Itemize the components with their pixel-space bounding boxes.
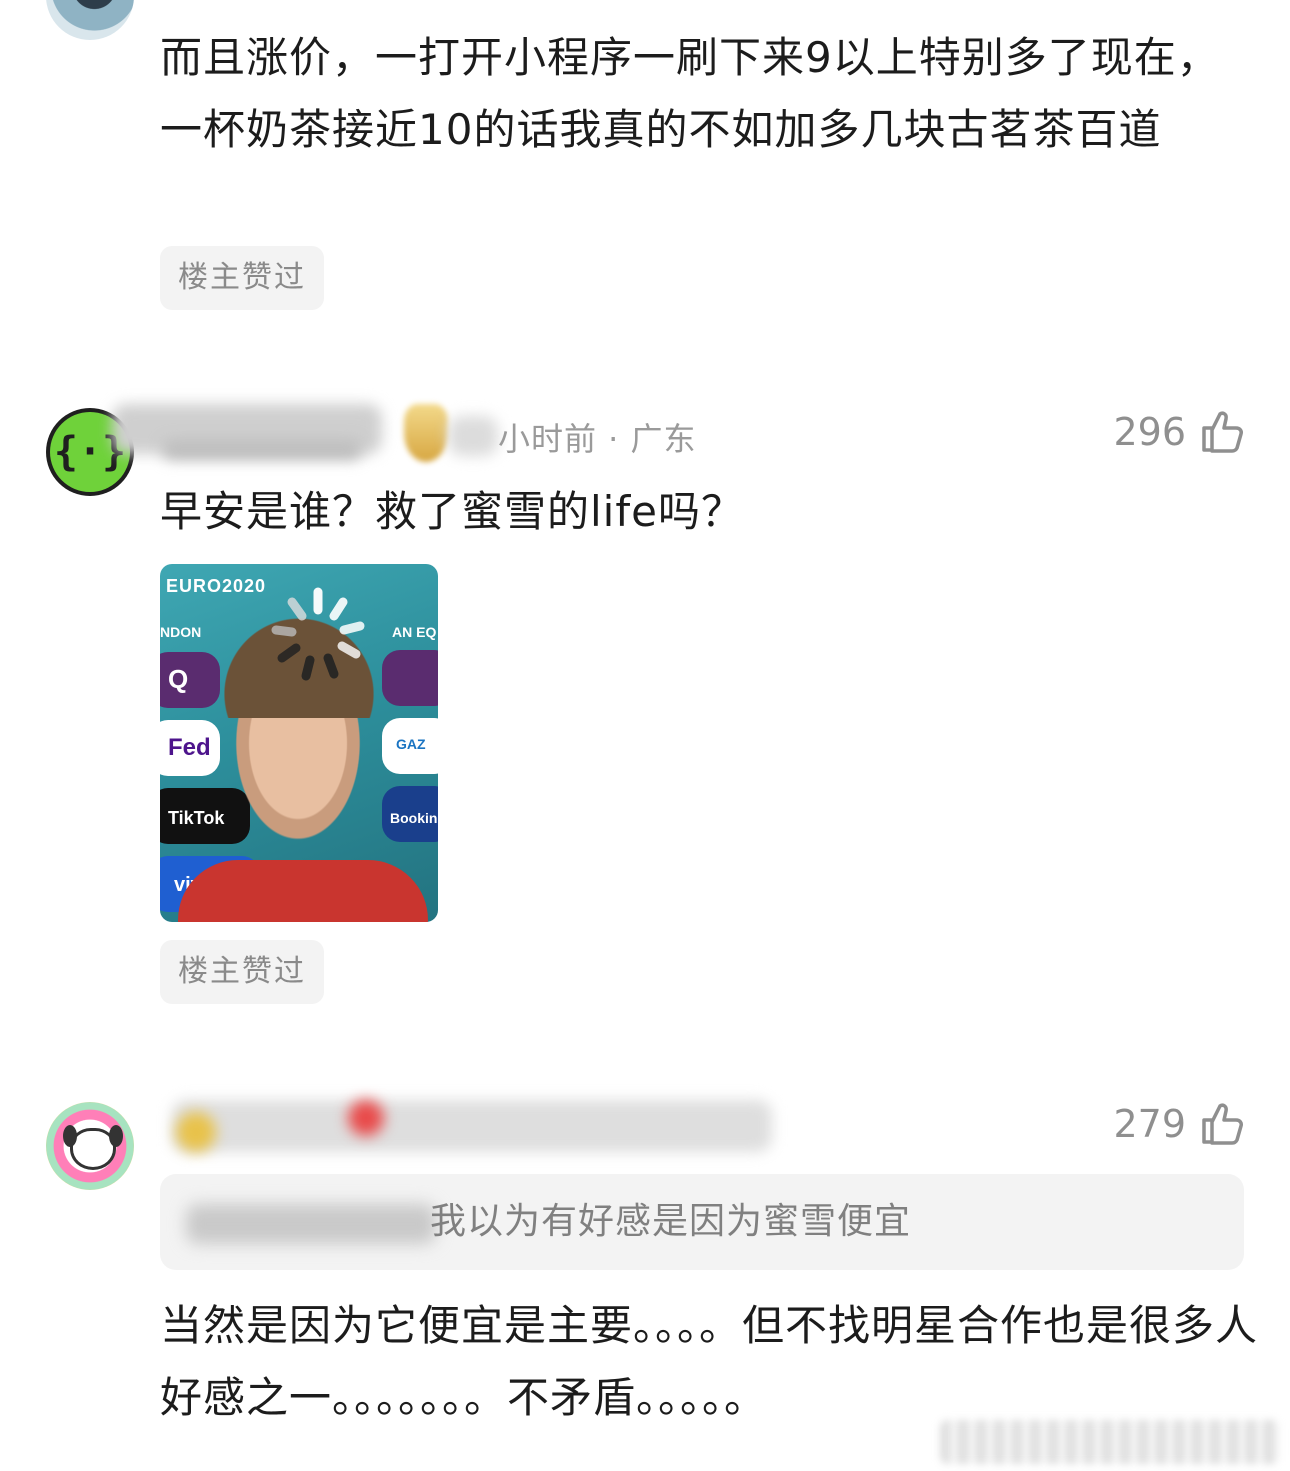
avatar-dog-illustration [63,1125,123,1170]
user-badge-icon [348,1100,384,1136]
time-prefix-redacted [448,416,498,456]
quoted-reply[interactable]: 我以为有好感是因为蜜雪便宜 [160,1174,1244,1270]
quoted-username-redacted [186,1204,436,1244]
badge-crown-icon [404,404,448,462]
comment-image[interactable]: EURO2020 NDON AN EQ Q Fed TikTok vivo GA… [160,564,438,922]
like-count: 279 [1113,1102,1186,1146]
comment-text: 当然是因为它便宜是主要。。。。但不找明星合作也是很多人好感之一。。。。。。。不矛… [160,1301,1259,1422]
image-text-board: NDON [160,624,202,640]
comment-meta: 小时前 · 广东 [498,420,697,458]
image-text-board-right: AN EQ [392,624,437,640]
person-shirt [178,860,428,922]
like-button[interactable]: 279 [1113,1100,1246,1148]
comment-text: 早安是谁？救了蜜雪的life吗？ [160,487,744,536]
sponsor-text: Q [168,664,189,694]
like-button[interactable]: 296 [1113,408,1246,456]
quoted-reply-text: 我以为有好感是因为蜜雪便宜 [430,1201,912,1242]
user-badge-icon [176,1112,216,1152]
sponsor-text: Fed [168,734,211,761]
commenter-avatar[interactable] [46,1102,134,1190]
image-text-euro: EURO2020 [166,576,267,596]
sponsor-text: Booking [390,810,438,826]
watermark-redacted [940,1420,1280,1464]
commenter-avatar[interactable] [46,0,134,40]
username-redacted-extra [162,440,362,460]
username-redacted[interactable] [172,1100,772,1152]
owner-liked-badge: 楼主赞过 [160,940,324,1004]
thumbs-up-icon [1202,411,1243,453]
like-count: 296 [1113,410,1186,454]
sponsor-text: GAZ [396,736,426,752]
owner-liked-badge: 楼主赞过 [160,246,324,310]
comment-text: 而且涨价，一打开小程序一刷下来9以上特别多了现在，一杯奶茶接近10的话我真的不如… [160,33,1220,154]
loading-spinner-icon [271,587,365,681]
thumbs-up-icon [1202,1103,1243,1145]
